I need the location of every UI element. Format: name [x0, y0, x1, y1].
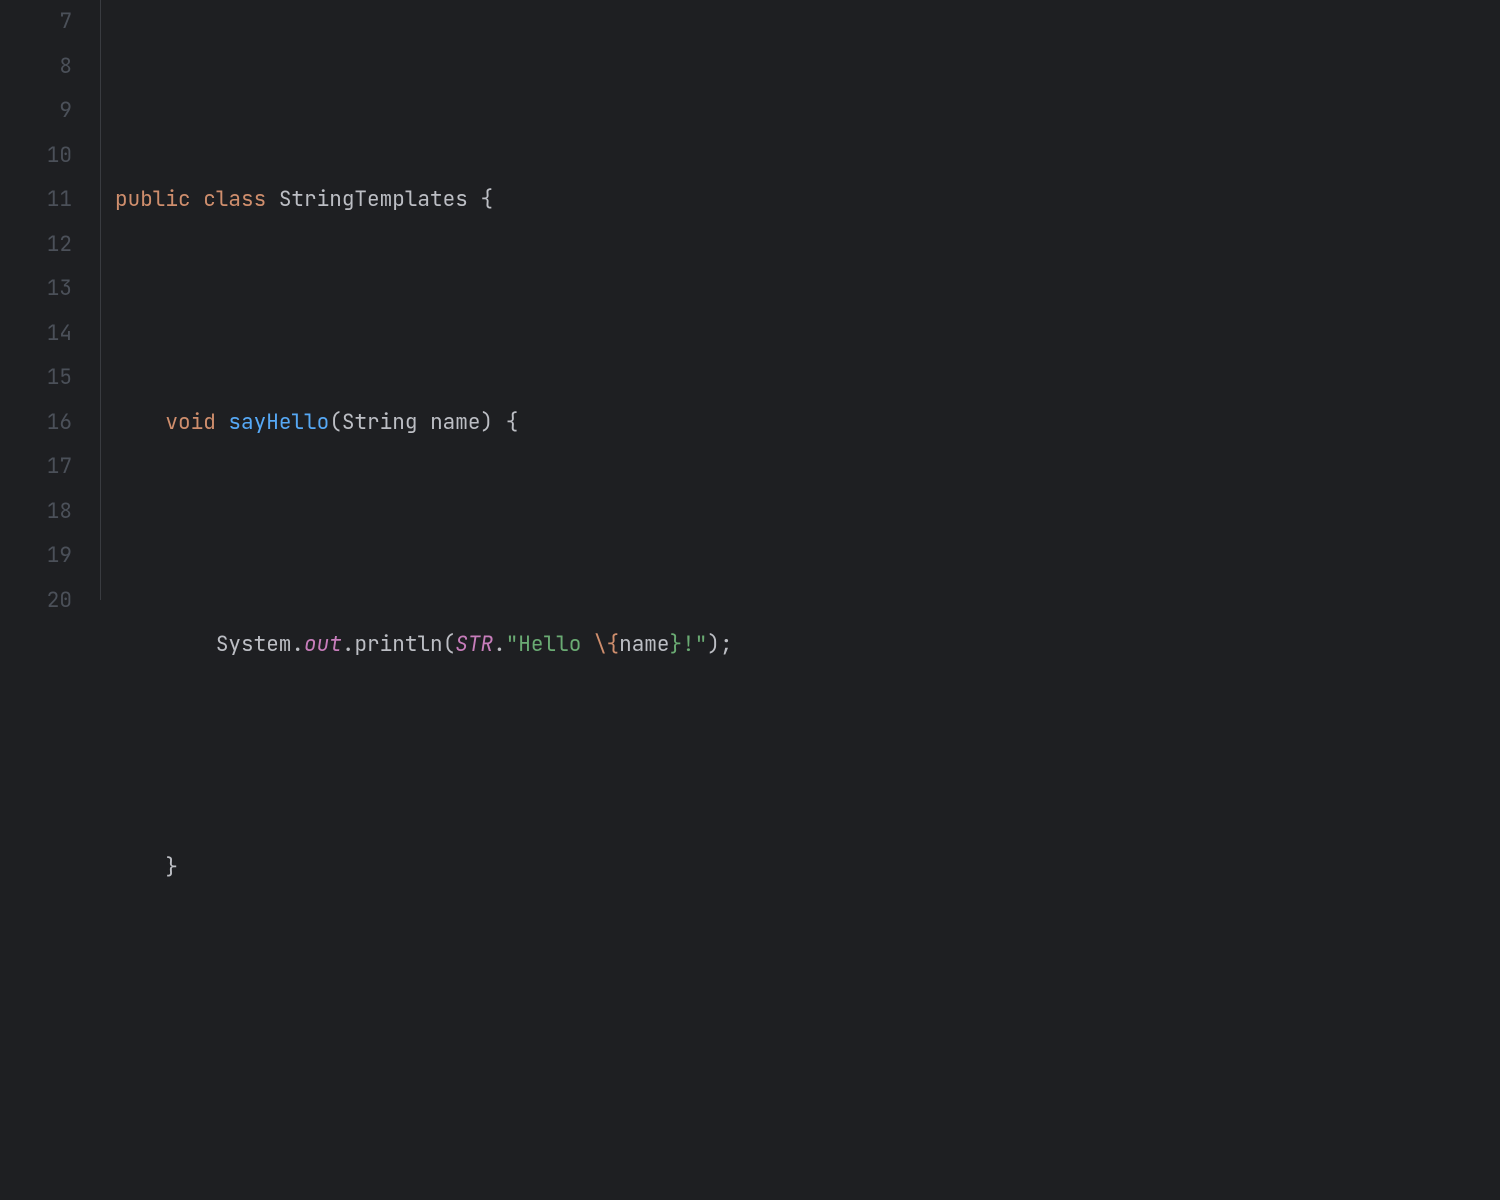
indent — [115, 409, 165, 436]
line-number: 12 — [0, 223, 72, 268]
identifier: System — [216, 631, 292, 658]
string-quote: " — [506, 631, 519, 658]
code-line: System.out.println(STR."Hello \{name}!")… — [115, 623, 1111, 668]
class-name: StringTemplates — [279, 186, 468, 213]
code-line: } — [115, 846, 1111, 891]
paren: ( — [443, 631, 456, 658]
code-editor[interactable]: 7891011121314151617181920 public class S… — [0, 0, 1500, 600]
code-line — [115, 1068, 1111, 1113]
template-escape: } — [670, 631, 683, 658]
line-number: 13 — [0, 267, 72, 312]
semicolon: ; — [720, 631, 733, 658]
line-number: 20 — [0, 579, 72, 624]
line-number: 15 — [0, 356, 72, 401]
param-type: String — [342, 409, 418, 436]
keyword: class — [203, 186, 266, 213]
indent — [115, 631, 216, 658]
indent — [115, 854, 165, 881]
line-number-gutter: 7891011121314151617181920 — [0, 0, 100, 600]
brace: { — [480, 186, 493, 213]
line-number: 18 — [0, 490, 72, 535]
keyword: void — [165, 409, 215, 436]
code-line: void sayHello(String name) { — [115, 401, 1111, 446]
keyword: public — [115, 186, 191, 213]
param-name: name — [430, 409, 480, 436]
brace: { — [506, 409, 519, 436]
template-var: name — [619, 631, 669, 658]
dot: . — [291, 631, 304, 658]
dot: . — [493, 631, 506, 658]
template-escape: \{ — [594, 631, 619, 658]
line-number: 7 — [0, 0, 72, 45]
line-number: 16 — [0, 401, 72, 446]
code-area[interactable]: public class StringTemplates { void sayH… — [101, 0, 1111, 600]
dot: . — [342, 631, 355, 658]
paren: ) — [707, 631, 720, 658]
line-number: 9 — [0, 89, 72, 134]
static-field: out — [304, 631, 342, 658]
paren: ) — [480, 409, 493, 436]
string-literal: ! — [682, 631, 695, 658]
string-literal: Hello — [518, 631, 594, 658]
line-number: 10 — [0, 134, 72, 179]
line-number: 17 — [0, 445, 72, 490]
line-number: 14 — [0, 312, 72, 357]
method-name: sayHello — [228, 409, 329, 436]
line-number: 8 — [0, 45, 72, 90]
string-quote: " — [695, 631, 708, 658]
method-call: println — [354, 631, 442, 658]
paren: ( — [329, 409, 342, 436]
line-number: 11 — [0, 178, 72, 223]
template-processor: STR — [455, 631, 493, 658]
brace: } — [165, 854, 178, 881]
code-line: public class StringTemplates { — [115, 178, 1111, 223]
line-number: 19 — [0, 534, 72, 579]
